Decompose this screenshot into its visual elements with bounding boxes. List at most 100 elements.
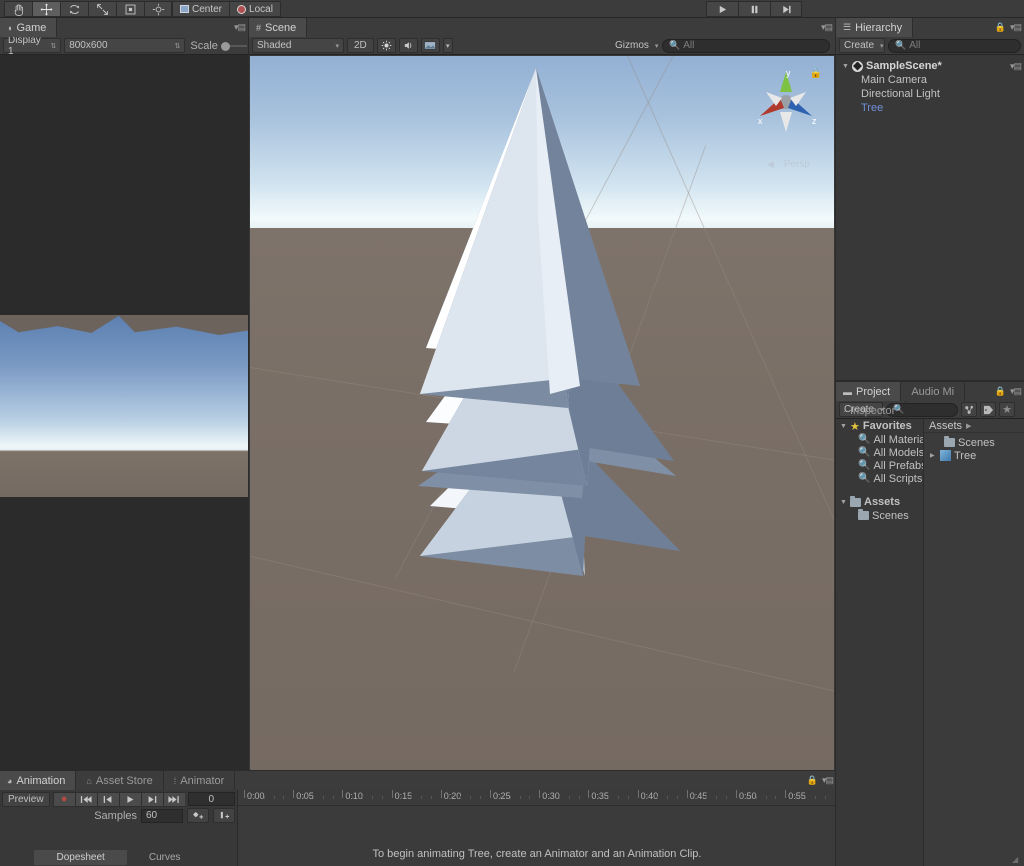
hierarchy-lock-icon[interactable]: 🔒 [995,22,1006,33]
scene-search-input[interactable]: 🔍 All [662,38,830,53]
pivot-mode-button[interactable]: Center [172,1,230,17]
display-dropdown[interactable]: Display 1 ⇅ [3,35,62,57]
scene-lighting-toggle[interactable] [376,38,396,53]
timeline-ruler[interactable]: 0:00 0:05 0:10 0:15 0:20 0:25 0:30 0:35 0:40 0:45… [238,790,836,806]
rect-tool[interactable] [116,1,144,17]
add-event-button[interactable] [213,808,235,823]
gizmo-lock-icon[interactable]: 🔒 [810,68,822,79]
gizmos-dropdown[interactable]: Gizmos ▾ [611,38,659,53]
hierarchy-item-directional-light[interactable]: Directional Light [836,87,1024,101]
scale-slider[interactable] [220,41,247,51]
play-animation-button[interactable] [118,791,141,807]
timeline-tick-minor [371,796,373,799]
breadcrumb[interactable]: Assets ▶ [924,419,1024,433]
move-tool[interactable] [32,1,60,17]
timeline-tick-label: 0:55 [788,791,806,801]
add-keyframe-button[interactable] [187,808,209,823]
project-lock-icon[interactable]: 🔒 [995,386,1006,397]
filter-by-label-icon[interactable] [980,402,996,417]
project-pane-menu[interactable]: ▾▤ [1010,386,1022,397]
game-skybox [0,315,248,497]
scene-render-surface[interactable]: x y z 🔒 Persp ◀ [250,56,834,788]
project-favorite-all-materials[interactable]: 🔍 All Materials [836,433,923,446]
project-favorites-root[interactable]: ▼ ★ Favorites [836,419,923,433]
hand-tool[interactable] [4,1,32,17]
scene-pane-menu[interactable]: ▾▤ [821,22,833,33]
scene-audio-toggle[interactable] [398,38,418,53]
hierarchy-search-input[interactable]: 🔍 All [888,38,1021,53]
hierarchy-pane-menu[interactable]: ▾▤ [1010,22,1022,33]
tab-inspector[interactable]: · Inspector [836,401,907,420]
resolution-label: 800x600 [69,40,108,51]
resolution-dropdown[interactable]: 800x600 ⇅ [64,38,186,53]
timeline-tick-minor [765,796,767,799]
tab-dopesheet[interactable]: Dopesheet [34,850,127,865]
splitter-scene-animation[interactable] [0,770,836,771]
project-item-tree[interactable]: ▶ Tree [924,449,1024,462]
timeline-tick-minor [676,796,678,799]
search-icon: 🔍 [858,434,871,445]
game-render-surface[interactable] [0,315,248,497]
timeline-tick-label: 0:00 [247,791,265,801]
animation-lock-icon[interactable]: 🔒 [807,775,818,786]
tab-game[interactable]: ◖ Game [0,18,58,37]
rotation-mode-button[interactable]: Local [229,1,281,17]
transform-tool[interactable] [144,1,172,17]
scene-effects-dropdown[interactable]: ▾ [442,38,453,53]
pivot-controls: Center Local [172,1,281,17]
splitter-hierarchy-project[interactable] [836,380,1024,382]
hierarchy-create-button[interactable]: Create ▾ [839,38,885,53]
project-favorite-all-models[interactable]: 🔍 All Models [836,446,923,459]
projection-label[interactable]: Persp [784,159,810,170]
splitter-game-scene[interactable] [248,18,249,770]
chevron-down-icon[interactable]: ▼ [840,423,847,430]
draw-mode-dropdown[interactable]: Shaded ▾ [252,38,344,53]
project-assets-root[interactable]: ▼ Assets [836,495,923,509]
tab-animation[interactable]: ◕ Animation [0,771,77,790]
hierarchy-scene-row[interactable]: ▼ SampleScene* ▾▤ [836,59,1024,73]
project-assets-scenes[interactable]: Scenes [836,509,923,522]
toggle-2d-button[interactable]: 2D [347,38,374,53]
animation-pane-menu[interactable]: ▾▤ [822,775,834,786]
timeline-tick-minor [519,796,521,799]
tab-project[interactable]: ▬ Project [836,382,902,401]
tab-asset-store[interactable]: ⌂ Asset Store [79,771,164,790]
next-frame-button[interactable] [140,791,163,807]
tab-animator[interactable]: ⁞ Animator [167,771,236,790]
step-button[interactable] [770,1,802,17]
record-button[interactable]: ● [52,791,75,807]
project-resize-handle[interactable]: ◢ [1012,855,1021,864]
goto-start-button[interactable] [74,791,97,807]
scene-effects-toggle[interactable] [420,38,440,53]
preview-button[interactable]: Preview [2,791,50,807]
game-pane-menu[interactable]: ▾▤ [234,22,246,33]
game-tabbar: ◖ Game ▾▤ [0,18,248,37]
tab-scene[interactable]: # Scene [249,18,308,37]
chevron-down-icon[interactable]: ▼ [840,499,847,506]
project-favorite-all-prefabs[interactable]: 🔍 All Prefabs [836,459,923,472]
timeline-tick-minor [253,796,255,799]
goto-end-button[interactable] [162,791,185,807]
hierarchy-item-main-camera[interactable]: Main Camera [836,73,1024,87]
scale-tool[interactable] [88,1,116,17]
chevron-down-icon[interactable]: ▼ [842,63,849,70]
rotate-tool[interactable] [60,1,88,17]
tab-audio-mixer[interactable]: Audio Mi [904,382,966,401]
chevron-right-icon[interactable]: ▶ [930,452,937,459]
hierarchy-item-tree[interactable]: Tree [836,101,1024,115]
timeline-tick-major [785,790,787,798]
project-item-scenes[interactable]: Scenes [924,436,1024,449]
filter-by-type-icon[interactable] [961,402,977,417]
prev-frame-button[interactable] [96,791,119,807]
scene-row-menu[interactable]: ▾▤ [1010,61,1022,72]
tab-curves[interactable]: Curves [127,850,203,865]
project-favorite-all-scripts[interactable]: 🔍 All Scripts [836,472,923,485]
tab-hierarchy[interactable]: ☰ Hierarchy [836,18,914,37]
pause-button[interactable] [738,1,770,17]
play-button[interactable] [706,1,738,17]
samples-field[interactable]: 60 [141,808,183,823]
timeline-track-area[interactable]: To begin animating Tree, create an Anima… [238,806,836,866]
filter-favorites-icon[interactable]: ★ [999,402,1015,417]
current-frame-field[interactable]: 0 [187,792,235,806]
splitter-scene-right[interactable] [835,18,836,866]
